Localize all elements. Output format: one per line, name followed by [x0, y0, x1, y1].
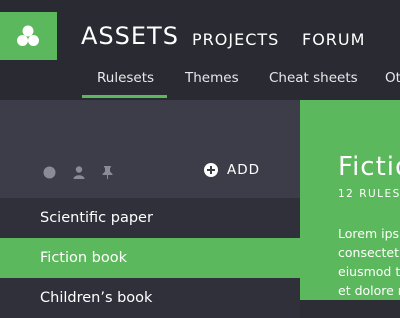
tab-other[interactable]: Ot: [385, 70, 400, 86]
logo[interactable]: [0, 12, 57, 60]
list-item-scientific-paper[interactable]: Scientific paper: [0, 198, 300, 238]
pin-icon[interactable]: [102, 164, 113, 183]
circle-icon[interactable]: [43, 164, 56, 183]
ruleset-list: Scientific paper Fiction book Children’s…: [0, 198, 300, 318]
user-icon[interactable]: [73, 164, 85, 183]
description-line: Lorem ipsum dolor sit amet,: [338, 226, 400, 241]
clover-logo-icon: [17, 25, 39, 46]
brand-title[interactable]: ASSETS: [81, 22, 179, 50]
tab-cheat-sheets[interactable]: Cheat sheets: [269, 70, 358, 86]
sidebar: ADD Scientific paper Fiction book Childr…: [0, 100, 300, 318]
rule-count: 12 RULES: [338, 188, 400, 200]
list-item-childrens-book[interactable]: Children’s book: [0, 278, 300, 318]
sidebar-toolbar: ADD: [0, 100, 300, 198]
detail-title: Fiction book: [338, 152, 400, 182]
add-button[interactable]: ADD: [204, 162, 260, 178]
description-line: consectetur adipiscing elit, sed do: [338, 245, 400, 260]
active-tab-indicator: [82, 95, 167, 98]
nav-projects[interactable]: PROJECTS: [192, 30, 279, 49]
tab-themes[interactable]: Themes: [185, 70, 239, 86]
nav-forum[interactable]: FORUM: [302, 30, 365, 49]
add-label: ADD: [227, 162, 261, 178]
header: ASSETS PROJECTS FORUM Rulesets Themes Ch…: [0, 0, 400, 100]
description-line: eiusmod tempor incididunt ut labore: [338, 264, 400, 279]
tab-rulesets[interactable]: Rulesets: [97, 70, 154, 86]
detail-description: Lorem ipsum dolor sit amet, consectetur …: [338, 224, 400, 300]
plus-icon: [204, 163, 218, 177]
description-line: et dolore magna aliqua.: [338, 283, 400, 298]
detail-panel: Fiction book 12 RULES Lorem ipsum dolor …: [300, 100, 400, 300]
list-item-fiction-book[interactable]: Fiction book: [0, 238, 300, 278]
